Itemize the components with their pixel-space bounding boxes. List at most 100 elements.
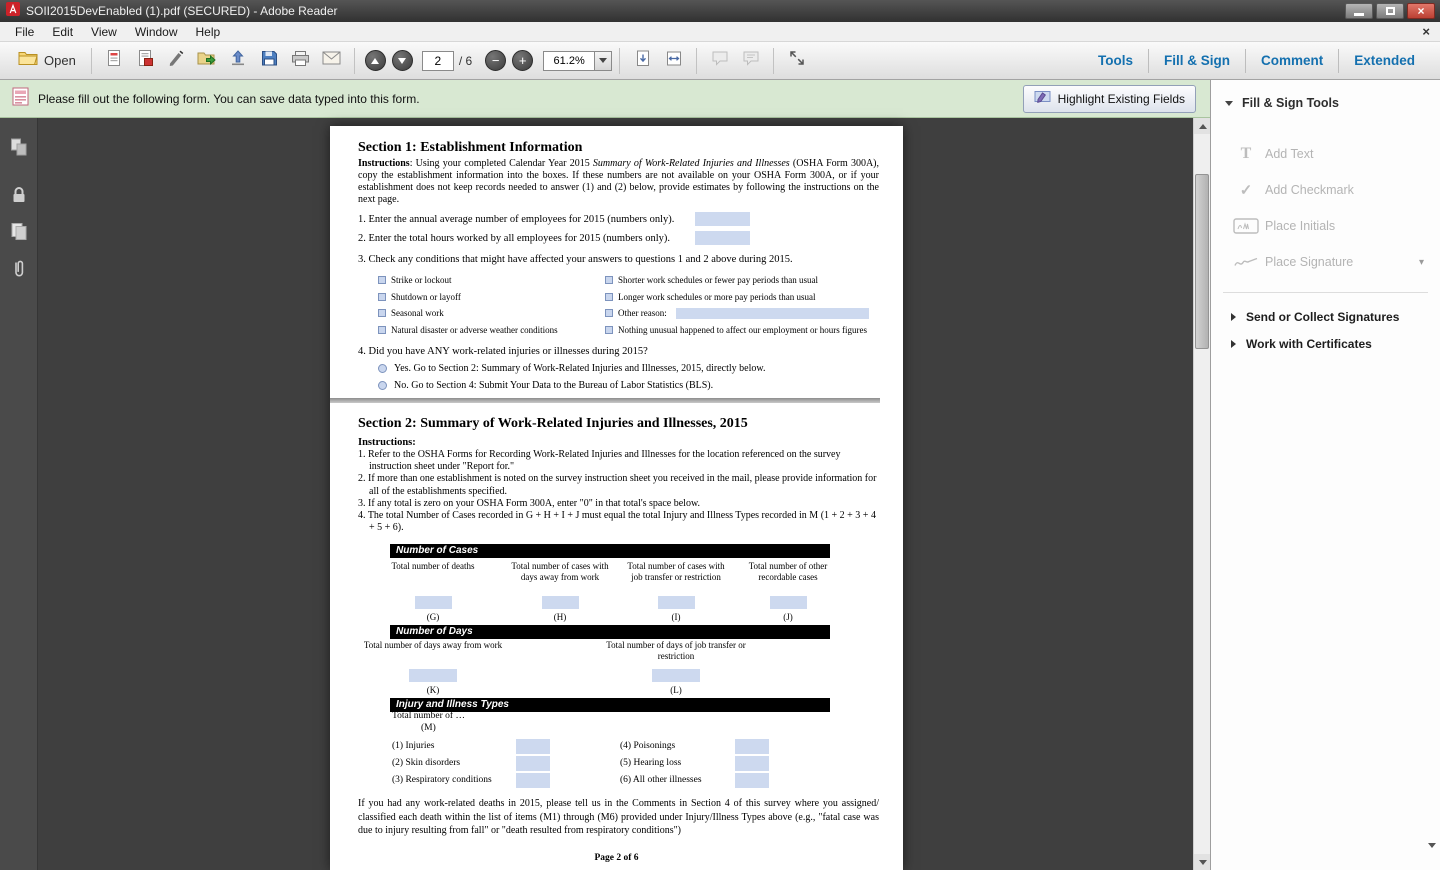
open-button[interactable]: Open — [10, 46, 84, 75]
column-header: Total number of cases with days away fro… — [508, 561, 612, 596]
close-button[interactable]: × — [1407, 3, 1435, 19]
field-m2[interactable] — [516, 756, 550, 771]
menu-window[interactable]: Window — [126, 23, 187, 41]
signature-dropdown-chevron-icon[interactable]: ▾ — [1419, 257, 1424, 268]
field-l[interactable] — [652, 669, 700, 682]
other-reason-field[interactable] — [676, 308, 869, 319]
checkbox-natural-disaster[interactable] — [378, 326, 386, 334]
menu-edit[interactable]: Edit — [43, 23, 82, 41]
hours-2015-field[interactable] — [695, 231, 750, 245]
zoom-out-button[interactable]: − — [485, 50, 506, 71]
radio-row-no: No. Go to Section 4: Submit Your Data to… — [378, 380, 713, 391]
tool-place-signature[interactable]: Place Signature ▾ — [1211, 244, 1440, 280]
column-header: Total number of other recordable cases — [736, 561, 840, 596]
field-m3[interactable] — [516, 773, 550, 788]
security-settings-button[interactable] — [0, 180, 38, 214]
maximize-icon — [1386, 7, 1395, 15]
zoom-level-input[interactable]: 61.2% — [543, 51, 595, 71]
checkbox-label: Nothing unusual happened to affect our e… — [618, 325, 867, 335]
zoom-dropdown-button[interactable] — [595, 51, 612, 71]
upload-document-button[interactable] — [225, 47, 252, 74]
types-row: (2) Skin disorders (5) Hearing loss — [390, 756, 830, 773]
adobe-reader-app-icon — [6, 2, 20, 21]
open-folder-icon — [18, 50, 38, 71]
fill-sign-tools-header[interactable]: Fill & Sign Tools — [1225, 96, 1440, 110]
extended-pane-button[interactable]: Extended — [1339, 53, 1430, 68]
attachments-button[interactable] — [0, 254, 38, 288]
export-pdf-button[interactable] — [101, 47, 128, 74]
menu-help[interactable]: Help — [187, 23, 230, 41]
fit-width-icon — [666, 50, 682, 72]
checkbox-nothing-unusual[interactable] — [605, 326, 613, 334]
scrollbar-up-button[interactable] — [1194, 118, 1211, 134]
toolbar-separator — [696, 48, 697, 74]
close-pane-x-icon[interactable]: × — [1422, 24, 1430, 39]
field-m4[interactable] — [735, 739, 769, 754]
next-page-button[interactable] — [392, 50, 413, 71]
checkbox-seasonal-work[interactable] — [378, 309, 386, 317]
tool-place-initials[interactable]: Place Initials — [1211, 208, 1440, 244]
paperclip-icon — [9, 258, 29, 285]
maximize-button[interactable] — [1376, 3, 1404, 19]
field-m5[interactable] — [735, 756, 769, 771]
zoom-in-button[interactable]: + — [512, 50, 533, 71]
previous-page-button[interactable] — [365, 50, 386, 71]
create-pdf-button[interactable] — [132, 47, 159, 74]
field-m1[interactable] — [516, 739, 550, 754]
tool-add-checkmark[interactable]: ✓ Add Checkmark — [1211, 172, 1440, 208]
menu-file[interactable]: File — [6, 23, 43, 41]
email-button[interactable] — [318, 47, 345, 74]
scrollbar-down-button[interactable] — [1194, 854, 1211, 870]
highlight-fields-label: Highlight Existing Fields — [1058, 92, 1185, 106]
highlight-existing-fields-button[interactable]: Highlight Existing Fields — [1023, 85, 1196, 113]
instruction-item: 1. Refer to the OSHA Forms for Recording… — [358, 449, 879, 473]
send-file-button[interactable] — [194, 47, 221, 74]
checkbox-longer-schedules[interactable] — [605, 293, 613, 301]
scrollbar-thumb[interactable] — [1195, 174, 1209, 349]
tool-add-text[interactable]: T Add Text — [1211, 136, 1440, 172]
print-button[interactable] — [287, 47, 314, 74]
link-send-or-collect-signatures[interactable]: Send or Collect Signatures — [1211, 303, 1440, 330]
fill-sign-pane-button[interactable]: Fill & Sign — [1149, 53, 1245, 68]
fullscreen-button[interactable] — [783, 47, 810, 74]
annotate-button[interactable] — [737, 47, 764, 74]
checkbox-label: Seasonal work — [391, 308, 444, 318]
column-letter: (K) — [358, 685, 508, 695]
field-k[interactable] — [409, 669, 457, 682]
link-label: Work with Certificates — [1246, 337, 1372, 351]
comment-pane-button[interactable]: Comment — [1246, 53, 1338, 68]
employees-2015-field[interactable] — [695, 212, 750, 226]
checkbox-strike-or-lockout[interactable] — [378, 276, 386, 284]
save-button[interactable] — [256, 47, 283, 74]
window-title: SOII2015DevEnabled (1).pdf (SECURED) - A… — [26, 4, 338, 18]
expand-triangle-icon — [1231, 340, 1236, 348]
checkbox-shutdown-or-layoff[interactable] — [378, 293, 386, 301]
types-letter-m: (M) — [421, 723, 436, 733]
checkbox-shorter-schedules[interactable] — [605, 276, 613, 284]
page-thumbnails-button[interactable] — [0, 132, 38, 166]
up-arrow-icon — [371, 58, 379, 64]
page-number-input[interactable]: 2 — [422, 51, 454, 71]
fit-width-button[interactable] — [660, 47, 687, 74]
field-h[interactable] — [542, 596, 579, 609]
checkbox-other-reason[interactable] — [605, 309, 613, 317]
radio-no[interactable] — [378, 381, 387, 390]
panel-scroll-down-icon[interactable] — [1428, 848, 1436, 866]
up-arrow-icon — [1199, 124, 1207, 129]
vertical-scrollbar[interactable] — [1193, 118, 1210, 870]
pages-panel-button[interactable] — [0, 216, 38, 250]
menu-view[interactable]: View — [82, 23, 126, 41]
field-i[interactable] — [658, 596, 695, 609]
type-label: (1) Injuries — [392, 741, 434, 751]
field-g[interactable] — [415, 596, 452, 609]
field-m6[interactable] — [735, 773, 769, 788]
link-work-with-certificates[interactable]: Work with Certificates — [1211, 330, 1440, 357]
comment-bubble-button[interactable] — [706, 47, 733, 74]
scroll-mode-button[interactable] — [629, 47, 656, 74]
field-j[interactable] — [770, 596, 807, 609]
fill-sign-pen-button[interactable] — [163, 47, 190, 74]
minimize-button[interactable] — [1345, 3, 1373, 19]
tools-pane-button[interactable]: Tools — [1083, 53, 1148, 68]
radio-yes[interactable] — [378, 364, 387, 373]
type-label: (4) Poisonings — [620, 741, 675, 751]
